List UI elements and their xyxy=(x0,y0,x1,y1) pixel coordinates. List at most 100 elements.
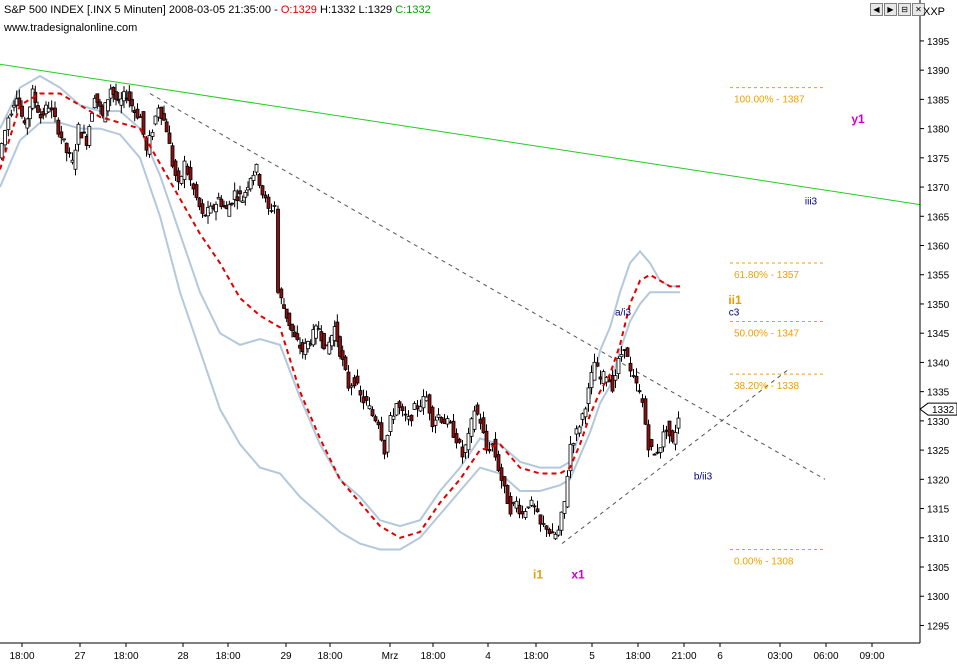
fib-level-label: 38.20% - 1338 xyxy=(734,381,799,392)
candle-body xyxy=(153,115,158,125)
wave-label: x1 xyxy=(571,568,585,582)
moving-average-line xyxy=(0,92,680,539)
candle-body xyxy=(9,113,14,116)
candle-body xyxy=(179,175,184,184)
y-tick-label: 1300 xyxy=(927,592,950,603)
candle-body xyxy=(538,514,543,525)
y-tick-label: 1375 xyxy=(927,154,950,165)
candle-body xyxy=(260,185,265,196)
fib-level-label: 50.00% - 1347 xyxy=(734,329,799,340)
candle-body xyxy=(499,467,504,481)
candle-body xyxy=(385,434,390,453)
candle-body xyxy=(613,375,618,381)
chart-area[interactable]: 100.00% - 1387 61.80% - 1357 50.00% - 1347… xyxy=(0,0,957,663)
y-tick-label: 1355 xyxy=(927,271,950,282)
y-tick-label: 1365 xyxy=(927,212,950,223)
fib-level-label: 61.80% - 1357 xyxy=(734,270,799,281)
candle-body xyxy=(535,508,540,513)
candle-body xyxy=(197,197,202,208)
candle-body xyxy=(314,325,318,339)
candle-body xyxy=(667,420,672,437)
candle-body xyxy=(73,149,78,170)
candle-body xyxy=(445,418,450,425)
candle-body xyxy=(454,433,459,444)
moving-average-layer xyxy=(0,92,680,539)
candle-body xyxy=(541,523,546,525)
candle-body xyxy=(463,444,468,453)
x-tick-label: 18:00 xyxy=(420,651,445,662)
candle-body xyxy=(106,99,110,112)
candle-body xyxy=(376,421,381,426)
chart-svg[interactable]: 100.00% - 1387 61.80% - 1357 50.00% - 1347… xyxy=(0,0,957,663)
datetime-label: 2008-03-05 21:35:00 xyxy=(168,4,272,16)
candle-body xyxy=(643,398,648,425)
candle-body xyxy=(162,113,166,121)
candle-body xyxy=(556,529,561,536)
candle-body xyxy=(53,107,57,117)
candle-body xyxy=(188,167,193,181)
candle-body xyxy=(478,418,483,424)
candle-body xyxy=(586,387,591,404)
candle-body xyxy=(412,403,417,410)
candle-body xyxy=(403,413,408,416)
fib-level-label: 100.00% - 1387 xyxy=(734,95,805,106)
restore-button[interactable]: ⊟ xyxy=(898,3,911,16)
candle-body xyxy=(230,202,234,205)
source-label: www.tradesignalonline.com xyxy=(4,22,138,34)
trendline-1 xyxy=(149,93,826,480)
candle-body xyxy=(607,379,612,383)
fib-level-label: 0.00% - 1308 xyxy=(734,556,794,567)
hlc-label: H:1332 L:1329 xyxy=(320,4,393,16)
candle-body xyxy=(598,376,603,380)
symbol-label: S&P 500 INDEX [.INX 5 Minuten] xyxy=(4,4,166,16)
candle-body xyxy=(676,417,681,429)
wave-label: y1 xyxy=(851,112,865,126)
candle-body xyxy=(135,108,140,119)
candle-body xyxy=(439,417,444,423)
y-tick-label: 1295 xyxy=(927,621,950,632)
candle-body xyxy=(631,375,636,377)
candle-body xyxy=(90,112,94,122)
candle-body xyxy=(251,174,256,181)
candle-body xyxy=(370,409,375,417)
candle-body xyxy=(619,354,624,358)
candle-body xyxy=(397,401,402,408)
y-tick-label: 1335 xyxy=(927,388,950,399)
candle-body xyxy=(448,421,453,424)
candle-body xyxy=(394,403,399,416)
scroll-left-button[interactable]: ◀ xyxy=(870,3,883,16)
candle-body xyxy=(367,405,372,410)
candle-body xyxy=(138,116,143,118)
candle-body xyxy=(3,130,7,146)
candle-body xyxy=(20,105,24,117)
candle-body xyxy=(436,414,441,418)
x-tick-label: 18:00 xyxy=(9,651,34,662)
candle-body xyxy=(655,451,660,454)
candle-body xyxy=(517,504,522,515)
axis-layer: 1295 1300 1305 1310 1315 1320 1325 1330 1335 1340… xyxy=(0,0,957,663)
candle-body xyxy=(70,159,75,163)
x-tick-label: 18:00 xyxy=(215,651,240,662)
candle-body xyxy=(577,426,582,434)
candle-body xyxy=(433,419,438,426)
trendline-0 xyxy=(0,63,921,206)
candle-body xyxy=(658,447,663,453)
candle-body xyxy=(469,418,474,437)
candle-body xyxy=(282,304,286,309)
candle-body xyxy=(442,418,447,424)
candle-body xyxy=(562,501,567,514)
candle-body xyxy=(460,446,465,458)
candle-body xyxy=(240,200,245,203)
candle-body xyxy=(550,531,555,534)
candle-body xyxy=(616,358,621,375)
candle-body xyxy=(194,184,199,198)
candle-body xyxy=(36,105,40,113)
scroll-right-button[interactable]: ▶ xyxy=(884,3,897,16)
wave-label: i1 xyxy=(533,568,543,582)
candle-body xyxy=(62,138,66,141)
window-controls: ◀ ▶ ⊟ ✕ xyxy=(870,3,925,16)
candle-body xyxy=(64,142,69,154)
candle-body xyxy=(269,210,274,212)
band-layer xyxy=(0,74,680,551)
candle-body xyxy=(514,500,519,509)
